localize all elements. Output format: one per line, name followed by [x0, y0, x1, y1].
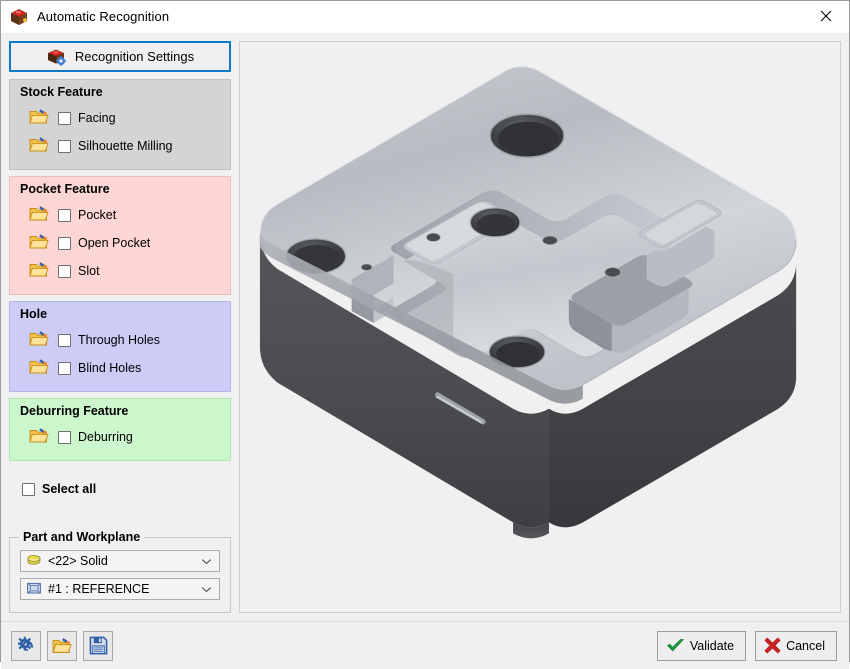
group-hole: Hole Through Holes	[9, 301, 231, 392]
chevron-down-icon	[201, 554, 212, 568]
feature-row-slot[interactable]: Slot	[10, 257, 230, 285]
feature-label: Deburring	[78, 430, 133, 444]
feature-label: Silhouette Milling	[78, 139, 173, 153]
checkbox-open-pocket[interactable]	[58, 237, 71, 250]
floppy-disk-icon	[89, 636, 108, 655]
feature-row-through-holes[interactable]: Through Holes	[10, 326, 230, 354]
dialog-body: Recognition Settings Stock Feature	[1, 33, 849, 621]
group-title: Deburring Feature	[10, 402, 230, 423]
part-and-workplane-group: Part and Workplane <22> Solid	[9, 537, 231, 613]
feature-label: Open Pocket	[78, 236, 150, 250]
model-viewport[interactable]	[239, 41, 841, 613]
window-title: Automatic Recognition	[37, 9, 169, 24]
cross-icon	[764, 637, 781, 654]
folder-icon	[29, 108, 49, 128]
feature-row-deburring[interactable]: Deburring	[10, 423, 230, 451]
close-icon	[820, 10, 832, 22]
folder-icon	[29, 427, 49, 447]
cancel-button[interactable]: Cancel	[755, 631, 837, 661]
automatic-recognition-dialog: Automatic Recognition	[0, 0, 850, 662]
group-pocket-feature: Pocket Feature Pocket	[9, 176, 231, 295]
part-value: <22> Solid	[48, 554, 201, 568]
tab-recognition-settings[interactable]: Recognition Settings	[9, 41, 231, 72]
group-deburring-feature: Deburring Feature Deburring	[9, 398, 231, 461]
workplane-value: #1 : REFERENCE	[48, 582, 201, 596]
folder-icon	[29, 330, 49, 350]
close-button[interactable]	[803, 1, 849, 31]
folder-icon	[29, 261, 49, 281]
open-folder-icon	[52, 637, 72, 655]
machined-part-icon	[8, 7, 30, 27]
check-icon	[666, 638, 685, 653]
checkbox-select-all[interactable]	[22, 483, 35, 496]
machined-block-3d-model	[240, 42, 840, 612]
group-title: Pocket Feature	[10, 180, 230, 201]
chevron-down-icon	[201, 582, 212, 596]
feature-row-open-pocket[interactable]: Open Pocket	[10, 229, 230, 257]
title-bar: Automatic Recognition	[1, 1, 849, 33]
feature-row-silhouette-milling[interactable]: Silhouette Milling	[10, 132, 230, 160]
checkbox-pocket[interactable]	[58, 209, 71, 222]
feature-label: Slot	[78, 264, 100, 278]
folder-icon	[29, 136, 49, 156]
checkbox-blind-holes[interactable]	[58, 362, 71, 375]
gear-refresh-icon	[17, 636, 36, 655]
part-dropdown[interactable]: <22> Solid	[20, 550, 220, 572]
workplane-dropdown[interactable]: #1 : REFERENCE	[20, 578, 220, 600]
folder-icon	[29, 233, 49, 253]
load-settings-button[interactable]	[47, 631, 77, 661]
part-and-workplane-legend: Part and Workplane	[19, 530, 144, 544]
checkbox-silhouette-milling[interactable]	[58, 140, 71, 153]
workplane-icon	[26, 581, 42, 598]
group-stock-feature: Stock Feature Facing	[9, 79, 231, 170]
feature-label: Through Holes	[78, 333, 160, 347]
select-all-label: Select all	[42, 482, 96, 496]
checkbox-deburring[interactable]	[58, 431, 71, 444]
folder-icon	[29, 358, 49, 378]
recognition-settings-icon	[46, 48, 68, 66]
checkbox-slot[interactable]	[58, 265, 71, 278]
checkbox-through-holes[interactable]	[58, 334, 71, 347]
feature-label: Facing	[78, 111, 116, 125]
reset-settings-button[interactable]	[11, 631, 41, 661]
tab-label: Recognition Settings	[75, 49, 194, 64]
group-title: Hole	[10, 305, 230, 326]
save-settings-button[interactable]	[83, 631, 113, 661]
feature-label: Pocket	[78, 208, 116, 222]
select-all-row[interactable]: Select all	[9, 476, 231, 502]
group-title: Stock Feature	[10, 83, 230, 104]
validate-label: Validate	[690, 639, 734, 653]
validate-button[interactable]: Validate	[657, 631, 746, 661]
settings-panel: Recognition Settings Stock Feature	[9, 41, 231, 613]
checkbox-facing[interactable]	[58, 112, 71, 125]
feature-row-pocket[interactable]: Pocket	[10, 201, 230, 229]
feature-row-facing[interactable]: Facing	[10, 104, 230, 132]
feature-label: Blind Holes	[78, 361, 141, 375]
cancel-label: Cancel	[786, 639, 825, 653]
folder-icon	[29, 205, 49, 225]
feature-row-blind-holes[interactable]: Blind Holes	[10, 354, 230, 382]
solid-body-icon	[26, 553, 42, 570]
